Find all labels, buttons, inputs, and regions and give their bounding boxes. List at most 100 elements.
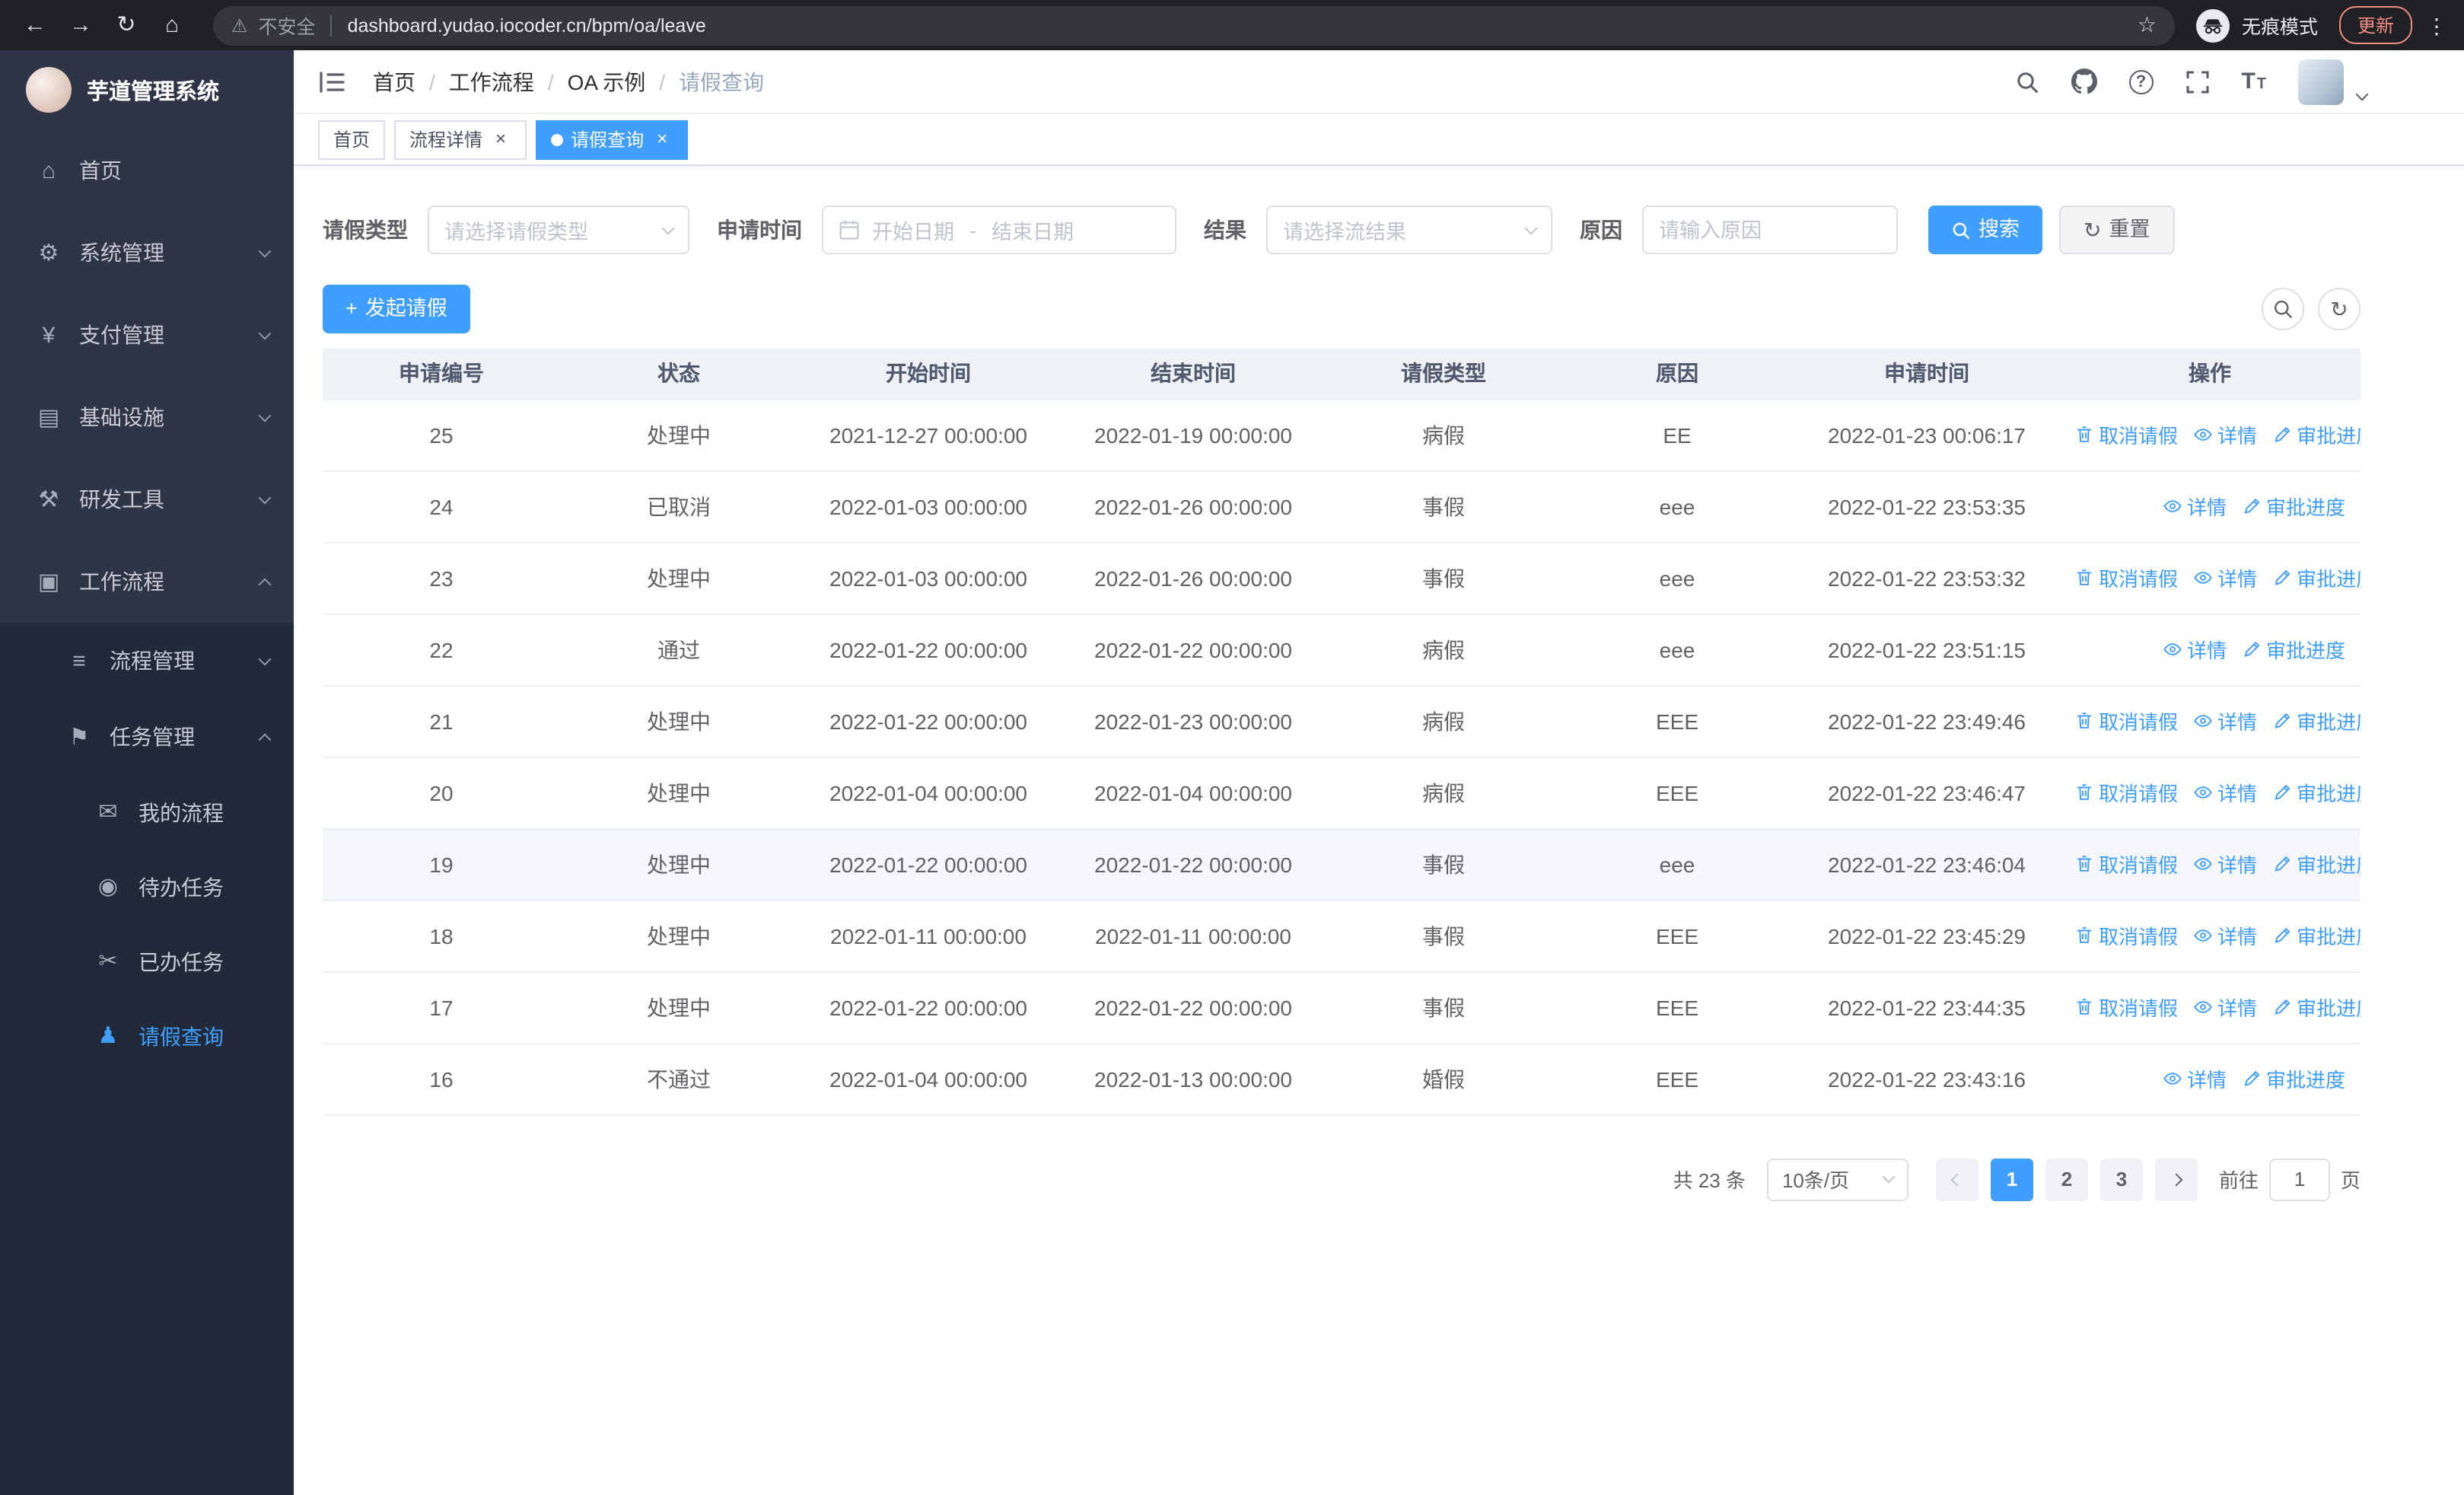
toggle-search-icon[interactable] bbox=[2262, 288, 2304, 330]
col-apply-id: 申请编号 bbox=[323, 349, 560, 400]
search-icon[interactable] bbox=[2014, 69, 2039, 94]
sidebar-item-leave-query[interactable]: ♟ 请假查询 bbox=[0, 999, 294, 1073]
help-icon[interactable]: ? bbox=[2128, 69, 2154, 94]
action-progress-link[interactable]: 审批进度 bbox=[2272, 778, 2361, 807]
page-1-button[interactable]: 1 bbox=[1990, 1158, 2033, 1200]
select-placeholder: 请选择请假类型 bbox=[444, 221, 588, 244]
github-icon[interactable] bbox=[2071, 69, 2097, 94]
action-detail-link[interactable]: 详情 bbox=[2193, 706, 2257, 735]
forward-icon[interactable]: → bbox=[61, 14, 100, 37]
action-progress-link[interactable]: 审批进度 bbox=[2242, 635, 2345, 664]
collapse-sidebar-icon[interactable] bbox=[318, 71, 345, 92]
action-detail-link[interactable]: 详情 bbox=[2193, 778, 2257, 807]
reload-icon[interactable]: ↻ bbox=[107, 14, 146, 37]
action-cancel-link[interactable]: 取消请假 bbox=[2074, 850, 2178, 878]
action-progress-link[interactable]: 审批进度 bbox=[2272, 563, 2361, 592]
sidebar-item-infrastructure[interactable]: ▤ 基础设施 bbox=[0, 376, 294, 458]
sidebar-item-system[interactable]: ⚙ 系统管理 bbox=[0, 212, 294, 294]
table-row: 17 处理中 2022-01-22 00:00:00 2022-01-22 00:00… bbox=[323, 971, 2361, 1044]
leave-type-select[interactable]: 请选择请假类型 bbox=[428, 206, 689, 254]
date-start-placeholder: 开始日期 bbox=[872, 221, 954, 244]
cell-type: 病假 bbox=[1327, 757, 1560, 829]
sidebar-item-payment[interactable]: ¥ 支付管理 bbox=[0, 294, 294, 376]
goto-label: 前往 bbox=[2218, 1169, 2259, 1192]
action-detail-link[interactable]: 详情 bbox=[2193, 850, 2257, 878]
table-row: 19 处理中 2022-01-22 00:00:00 2022-01-22 00:00… bbox=[323, 828, 2361, 901]
result-select[interactable]: 请选择流结果 bbox=[1266, 206, 1552, 254]
avatar-caret-icon[interactable] bbox=[2355, 87, 2369, 100]
divider bbox=[330, 14, 333, 36]
action-detail-link[interactable]: 详情 bbox=[2193, 563, 2257, 592]
cell-type: 婚假 bbox=[1327, 1043, 1560, 1115]
action-detail-link[interactable]: 详情 bbox=[2193, 921, 2257, 950]
action-detail-link[interactable]: 详情 bbox=[2163, 1064, 2227, 1093]
refresh-table-icon[interactable]: ↻ bbox=[2318, 288, 2361, 330]
action-cancel-link[interactable]: 取消请假 bbox=[2074, 778, 2178, 807]
font-size-icon[interactable]: TT bbox=[2241, 69, 2266, 94]
sidebar-item-process-management[interactable]: ≡ 流程管理 bbox=[0, 623, 294, 699]
action-cancel-link[interactable]: 取消请假 bbox=[2074, 921, 2178, 950]
close-icon[interactable]: × bbox=[490, 129, 511, 150]
apply-time-range-picker[interactable]: 开始日期 - 结束日期 bbox=[822, 206, 1176, 254]
goto-page-input[interactable] bbox=[2268, 1158, 2330, 1200]
cell-type: 事假 bbox=[1327, 542, 1560, 614]
action-progress-link[interactable]: 审批进度 bbox=[2272, 706, 2361, 735]
bookmark-star-icon[interactable]: ☆ bbox=[2138, 12, 2157, 38]
sidebar-item-my-process[interactable]: ✉ 我的流程 bbox=[0, 775, 294, 850]
update-button[interactable]: 更新 bbox=[2338, 6, 2412, 44]
user-avatar[interactable] bbox=[2298, 59, 2344, 104]
close-icon[interactable]: × bbox=[651, 129, 673, 150]
action-progress-link[interactable]: 审批进度 bbox=[2272, 993, 2361, 1022]
browser-menu-kebab-icon[interactable]: ⋮ bbox=[2424, 14, 2449, 36]
action-cancel-link[interactable]: 取消请假 bbox=[2074, 993, 2178, 1022]
next-page-button[interactable] bbox=[2154, 1158, 2198, 1200]
sidebar-item-task-management[interactable]: ⚑ 任务管理 bbox=[0, 699, 294, 775]
tab-home[interactable]: 首页 bbox=[318, 120, 386, 159]
search-button[interactable]: 搜索 bbox=[1928, 206, 2042, 254]
prev-page-button[interactable] bbox=[1935, 1158, 1979, 1200]
action-cancel-link[interactable]: 取消请假 bbox=[2074, 420, 2178, 449]
action-detail-link[interactable]: 详情 bbox=[2193, 420, 2257, 449]
reason-input[interactable] bbox=[1642, 206, 1898, 254]
tab-process-detail[interactable]: 流程详情 × bbox=[394, 120, 527, 159]
home-icon[interactable]: ⌂ bbox=[152, 14, 192, 37]
action-progress-link[interactable]: 审批进度 bbox=[2242, 1064, 2345, 1093]
sidebar-item-done-tasks[interactable]: ✂ 已办任务 bbox=[0, 924, 294, 999]
action-detail-link[interactable]: 详情 bbox=[2163, 492, 2227, 521]
security-label[interactable]: 不安全 bbox=[259, 11, 316, 40]
page-2-button[interactable]: 2 bbox=[2045, 1158, 2088, 1200]
url-text[interactable]: dashboard.yudao.iocoder.cn/bpm/oa/leave bbox=[348, 14, 2127, 36]
result-label: 结果 bbox=[1204, 218, 1246, 242]
cell-applied: 2022-01-22 23:51:15 bbox=[1794, 614, 2059, 686]
action-detail-link[interactable]: 详情 bbox=[2163, 635, 2227, 664]
action-progress-link[interactable]: 审批进度 bbox=[2272, 420, 2361, 449]
breadcrumb-item-workflow[interactable]: 工作流程 bbox=[449, 66, 534, 97]
sidebar-item-workflow[interactable]: ▣ 工作流程 bbox=[0, 540, 294, 623]
sidebar-item-label: 首页 bbox=[79, 158, 122, 183]
cell-type: 病假 bbox=[1327, 685, 1560, 757]
chevron-down-icon bbox=[1524, 221, 1538, 234]
action-progress-link[interactable]: 审批进度 bbox=[2272, 850, 2361, 878]
cell-actions: 取消请假详情审批进度 bbox=[2059, 900, 2361, 972]
action-detail-link[interactable]: 详情 bbox=[2193, 993, 2257, 1022]
sidebar-item-home[interactable]: ⌂ 首页 bbox=[0, 129, 294, 212]
action-cancel-link[interactable]: 取消请假 bbox=[2074, 563, 2178, 592]
action-progress-link[interactable]: 审批进度 bbox=[2242, 492, 2345, 521]
tabs-bar: 首页 流程详情 × 请假查询 × bbox=[294, 114, 2464, 166]
user-icon: ♟ bbox=[97, 1023, 119, 1049]
breadcrumb-item-home[interactable]: 首页 bbox=[373, 66, 415, 97]
tab-leave-query[interactable]: 请假查询 × bbox=[536, 120, 689, 159]
address-bar[interactable]: ⚠ 不安全 dashboard.yudao.iocoder.cn/bpm/oa/… bbox=[213, 5, 2175, 45]
cell-start: 2022-01-11 00:00:00 bbox=[797, 900, 1059, 972]
reset-button[interactable]: ↻ 重置 bbox=[2059, 206, 2175, 254]
sidebar-item-todo-tasks[interactable]: ◉ 待办任务 bbox=[0, 850, 294, 924]
page-size-select[interactable]: 10条/页 bbox=[1766, 1158, 1908, 1200]
sidebar-item-devtools[interactable]: ⚒ 研发工具 bbox=[0, 458, 294, 540]
fullscreen-icon[interactable] bbox=[2185, 69, 2209, 94]
action-progress-link[interactable]: 审批进度 bbox=[2272, 921, 2361, 950]
page-3-button[interactable]: 3 bbox=[2099, 1158, 2143, 1200]
back-icon[interactable]: ← bbox=[15, 14, 55, 37]
create-leave-button[interactable]: + 发起请假 bbox=[323, 285, 470, 333]
breadcrumb-item-oa-example[interactable]: OA 示例 bbox=[568, 66, 646, 97]
action-cancel-link[interactable]: 取消请假 bbox=[2074, 706, 2178, 735]
